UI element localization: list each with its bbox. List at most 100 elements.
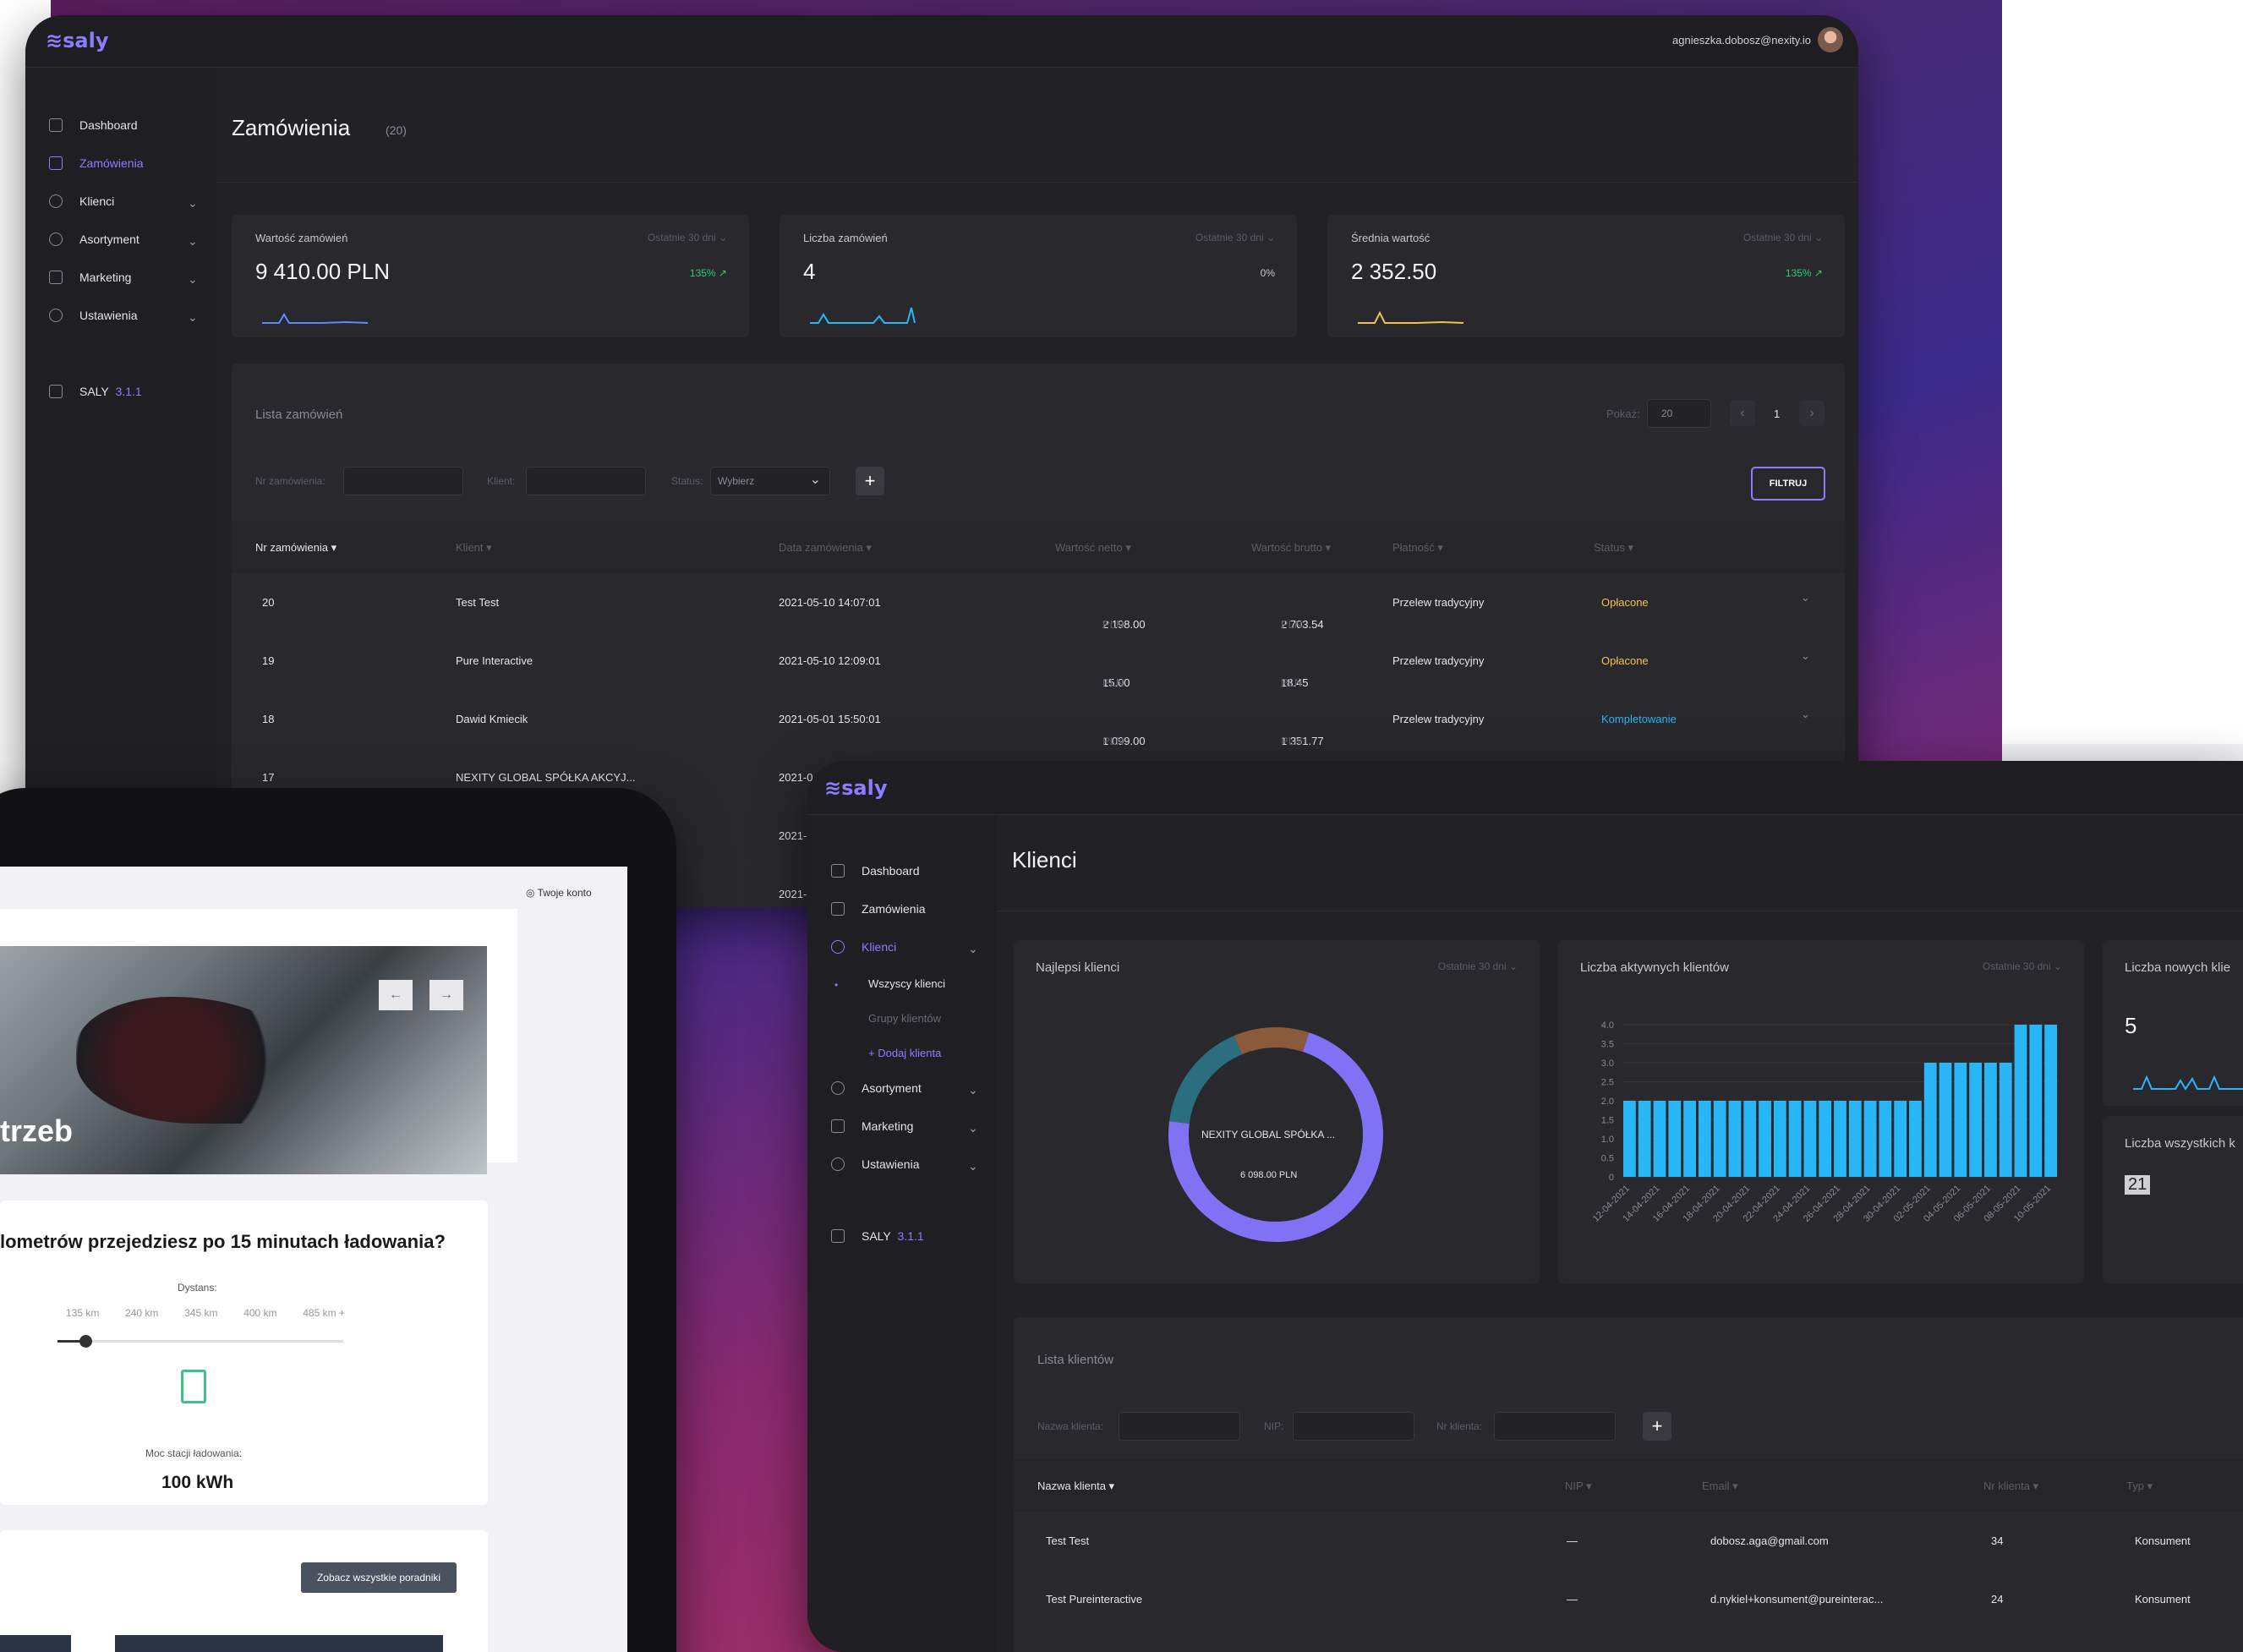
sidebar-item-clients[interactable]: Klienci bbox=[49, 194, 114, 208]
sidebar-item-marketing[interactable]: Marketing bbox=[831, 1119, 913, 1133]
order-number: 18 bbox=[262, 713, 275, 725]
nip-filter-input[interactable] bbox=[1293, 1412, 1414, 1441]
period-dropdown[interactable]: Ostatnie 30 dni ⌄ bbox=[1983, 960, 2062, 972]
sidebar-item-label: Ustawienia bbox=[862, 1157, 920, 1171]
column-payment[interactable]: Płatność ▾ bbox=[1392, 541, 1443, 555]
chevron-down-icon[interactable]: ⌄ bbox=[968, 942, 978, 956]
y-tick-label: 2.0 bbox=[1601, 1097, 1614, 1107]
next-slide-button[interactable]: → bbox=[429, 980, 463, 1010]
column-client-name[interactable]: Nazwa klienta ▾ bbox=[1037, 1480, 1114, 1493]
page-size-select[interactable]: 20 bbox=[1647, 399, 1711, 428]
card-value: 5 bbox=[2125, 1013, 2137, 1038]
sidebar-item-settings[interactable]: Ustawienia bbox=[49, 309, 137, 322]
chevron-down-icon[interactable]: ⌄ bbox=[188, 272, 198, 287]
guides-button[interactable]: Zobacz wszystkie poradniki bbox=[301, 1562, 457, 1593]
period-dropdown[interactable]: Ostatnie 30 dni ⌄ bbox=[1195, 232, 1275, 243]
sidebar-item-assortment[interactable]: Asortyment bbox=[831, 1081, 922, 1095]
submenu-add-client[interactable]: + Dodaj klienta bbox=[868, 1047, 941, 1059]
account-link[interactable]: ◎ Twoje konto bbox=[526, 887, 592, 899]
active-clients-card: Liczba aktywnych klientów Ostatnie 30 dn… bbox=[1558, 940, 2084, 1283]
stat-card-order-value: Wartość zamówień Ostatnie 30 dni ⌄ 9 410… bbox=[232, 215, 749, 337]
period-dropdown[interactable]: Ostatnie 30 dni ⌄ bbox=[1438, 960, 1518, 972]
prev-slide-button[interactable]: ← bbox=[379, 980, 413, 1010]
prev-page-button[interactable]: ‹ bbox=[1730, 401, 1755, 426]
table-row[interactable]: Test Pureipd.nykiel+testfirm@pureinterac… bbox=[1014, 1628, 2243, 1652]
sidebar-item-settings[interactable]: Ustawienia bbox=[831, 1157, 919, 1171]
avatar[interactable] bbox=[1818, 27, 1843, 52]
column-email[interactable]: Email ▾ bbox=[1702, 1480, 1738, 1493]
submenu-client-groups[interactable]: Grupy klientów bbox=[868, 1012, 941, 1025]
active-clients-bar-chart: 4.03.53.02.52.01.51.00.5012-04-202114-04… bbox=[1591, 1020, 2059, 1224]
submenu-all-clients[interactable]: Wszyscy klienci bbox=[868, 977, 945, 990]
client-nip: — bbox=[1567, 1534, 1578, 1547]
chevron-down-icon[interactable]: ⌄ bbox=[1801, 649, 1810, 663]
tick-label: 485 km + bbox=[303, 1307, 345, 1319]
column-client[interactable]: Klient ▾ bbox=[456, 541, 492, 555]
table-row[interactable]: 18 Dawid Kmiecik 2021-05-01 15:50:01 1 099.… bbox=[232, 690, 1845, 747]
status-filter-select[interactable]: Wybierz ⌄ bbox=[710, 467, 830, 495]
add-filter-button[interactable]: + bbox=[856, 467, 884, 495]
payment-method: Przelew tradycyjny bbox=[1392, 596, 1485, 609]
chevron-down-icon[interactable]: ⌄ bbox=[188, 310, 198, 325]
filter-button[interactable]: FILTRUJ bbox=[1751, 467, 1825, 501]
column-nip[interactable]: NIP ▾ bbox=[1565, 1480, 1592, 1493]
chevron-down-icon[interactable]: ⌄ bbox=[968, 1083, 978, 1097]
chevron-down-icon[interactable]: ⌄ bbox=[1801, 708, 1810, 721]
table-row[interactable]: Test Test — dobosz.aga@gmail.com 34 Konsumen… bbox=[1014, 1512, 2243, 1569]
column-client-no[interactable]: Nr klienta ▾ bbox=[1983, 1480, 2038, 1493]
distance-slider-handle[interactable] bbox=[79, 1335, 92, 1348]
chevron-down-icon[interactable]: ⌄ bbox=[1801, 591, 1810, 604]
sidebar-item-dashboard[interactable]: Dashboard bbox=[831, 864, 920, 878]
name-filter-input[interactable] bbox=[1119, 1412, 1240, 1441]
client-filter-input[interactable] bbox=[526, 467, 646, 495]
status-badge: Opłacone bbox=[1601, 596, 1649, 609]
status-badge: Kompletowanie bbox=[1601, 713, 1677, 725]
client-name: Test Test bbox=[456, 596, 500, 609]
sidebar-item-dashboard[interactable]: Dashboard bbox=[49, 118, 138, 132]
table-row[interactable]: 20 Test Test 2021-05-10 14:07:01 2 198.00 P… bbox=[232, 573, 1845, 631]
sidebar-item-assortment[interactable]: Asortyment bbox=[49, 232, 140, 246]
column-type[interactable]: Typ ▾ bbox=[2126, 1480, 2153, 1493]
column-date[interactable]: Data zamówienia ▾ bbox=[779, 541, 872, 555]
sidebar-item-label: Marketing bbox=[862, 1119, 914, 1133]
next-page-button[interactable]: › bbox=[1799, 401, 1824, 426]
card-title: Liczba nowych klie bbox=[2125, 960, 2231, 975]
monitor-icon bbox=[49, 118, 63, 132]
table-row[interactable]: Test Pureinteractive — d.nykiel+konsument@… bbox=[1014, 1570, 2243, 1627]
y-tick-label: 2.5 bbox=[1601, 1078, 1614, 1088]
column-order-no[interactable]: Nr zamówienia ▾ bbox=[255, 541, 336, 555]
period-dropdown[interactable]: Ostatnie 30 dni ⌄ bbox=[648, 232, 727, 243]
page-number[interactable]: 1 bbox=[1774, 408, 1780, 420]
y-tick-label: 1.5 bbox=[1601, 1116, 1614, 1126]
user-email[interactable]: agnieszka.dobosz@nexity.io bbox=[1672, 34, 1811, 46]
distance-slider-track[interactable] bbox=[57, 1335, 343, 1348]
bar bbox=[1939, 1063, 1952, 1177]
sidebar-item-orders[interactable]: Zamówienia bbox=[49, 156, 143, 170]
card-change: 135% ↗ bbox=[689, 267, 727, 279]
table-row[interactable]: 19 Pure Interactive 2021-05-10 12:09:01 15.… bbox=[232, 632, 1845, 689]
sidebar-version: SALY 3.1.1 bbox=[49, 385, 142, 398]
column-net[interactable]: Wartość netto ▾ bbox=[1055, 541, 1131, 555]
best-clients-card: Najlepsi klienci Ostatnie 30 dni ⌄ NEXIT… bbox=[1014, 940, 1540, 1283]
y-tick-label: 3.0 bbox=[1601, 1058, 1614, 1069]
guide-thumbnail[interactable] bbox=[0, 1635, 71, 1652]
client-no-filter-input[interactable] bbox=[1494, 1412, 1616, 1441]
sparkline bbox=[2133, 1075, 2243, 1091]
chevron-down-icon[interactable]: ⌄ bbox=[968, 1159, 978, 1173]
column-status[interactable]: Status ▾ bbox=[1594, 541, 1633, 555]
sidebar-item-orders[interactable]: Zamówienia bbox=[831, 902, 925, 916]
chevron-down-icon[interactable]: ⌄ bbox=[188, 234, 198, 249]
user-icon bbox=[49, 194, 63, 208]
sidebar-item-marketing[interactable]: Marketing bbox=[49, 271, 131, 284]
column-gross[interactable]: Wartość brutto ▾ bbox=[1251, 541, 1331, 555]
chevron-down-icon[interactable]: ⌄ bbox=[968, 1121, 978, 1135]
order-no-filter-input[interactable] bbox=[343, 467, 463, 495]
distance-ticks: 135 km 240 km 345 km 400 km 485 km + bbox=[66, 1307, 345, 1319]
guide-thumbnail[interactable] bbox=[115, 1635, 443, 1652]
currency: PLN bbox=[1281, 676, 1303, 689]
sidebar-item-clients[interactable]: Klienci bbox=[831, 940, 896, 954]
version-label: SALY bbox=[862, 1229, 891, 1243]
add-filter-button[interactable]: + bbox=[1643, 1412, 1671, 1441]
chevron-down-icon[interactable]: ⌄ bbox=[188, 196, 198, 211]
period-dropdown[interactable]: Ostatnie 30 dni ⌄ bbox=[1743, 232, 1823, 243]
